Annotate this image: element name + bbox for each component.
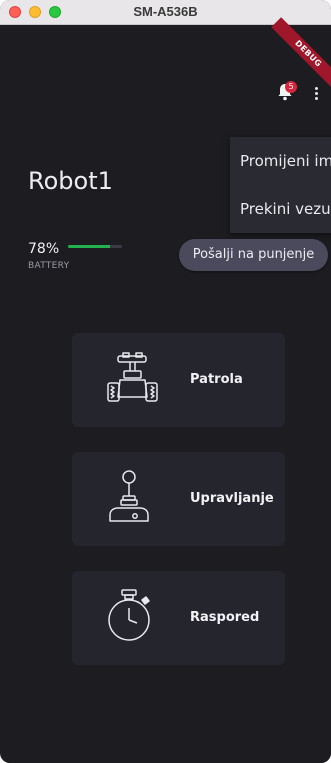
schedule-card-label: Raspored	[190, 610, 260, 625]
menu-item-rename[interactable]: Promijeni ime	[230, 137, 331, 185]
options-menu: Promijeni ime Prekini vezu	[230, 137, 331, 233]
app-window: SM-A536B DEBUG 5 Promijeni ime Prekini v…	[0, 0, 331, 763]
send-to-charging-button[interactable]: Pošalji na punjenje	[179, 239, 328, 271]
control-card[interactable]: Upravljanje	[72, 452, 285, 546]
patrol-card-label: Patrola	[190, 372, 243, 387]
battery-level-bar	[68, 245, 122, 248]
debug-banner: DEBUG	[271, 17, 331, 91]
control-card-label: Upravljanje	[190, 491, 274, 506]
notification-count-badge: 5	[285, 81, 297, 93]
joystick-icon	[109, 470, 149, 522]
schedule-card[interactable]: Raspored	[72, 571, 285, 665]
robot-rover-icon	[107, 352, 158, 402]
patrol-card[interactable]: Patrola	[72, 333, 285, 427]
battery-label: BATTERY	[28, 261, 70, 271]
battery-level-fill	[68, 245, 111, 248]
menu-item-disconnect[interactable]: Prekini vezu	[230, 185, 331, 233]
app-screen: DEBUG 5 Promijeni ime Prekini vezu Robot…	[6, 17, 331, 763]
robot-name: Robot1	[28, 167, 113, 195]
more-options-icon[interactable]	[314, 87, 320, 103]
stopwatch-icon	[108, 589, 150, 641]
battery-percent: 78%	[28, 241, 60, 257]
